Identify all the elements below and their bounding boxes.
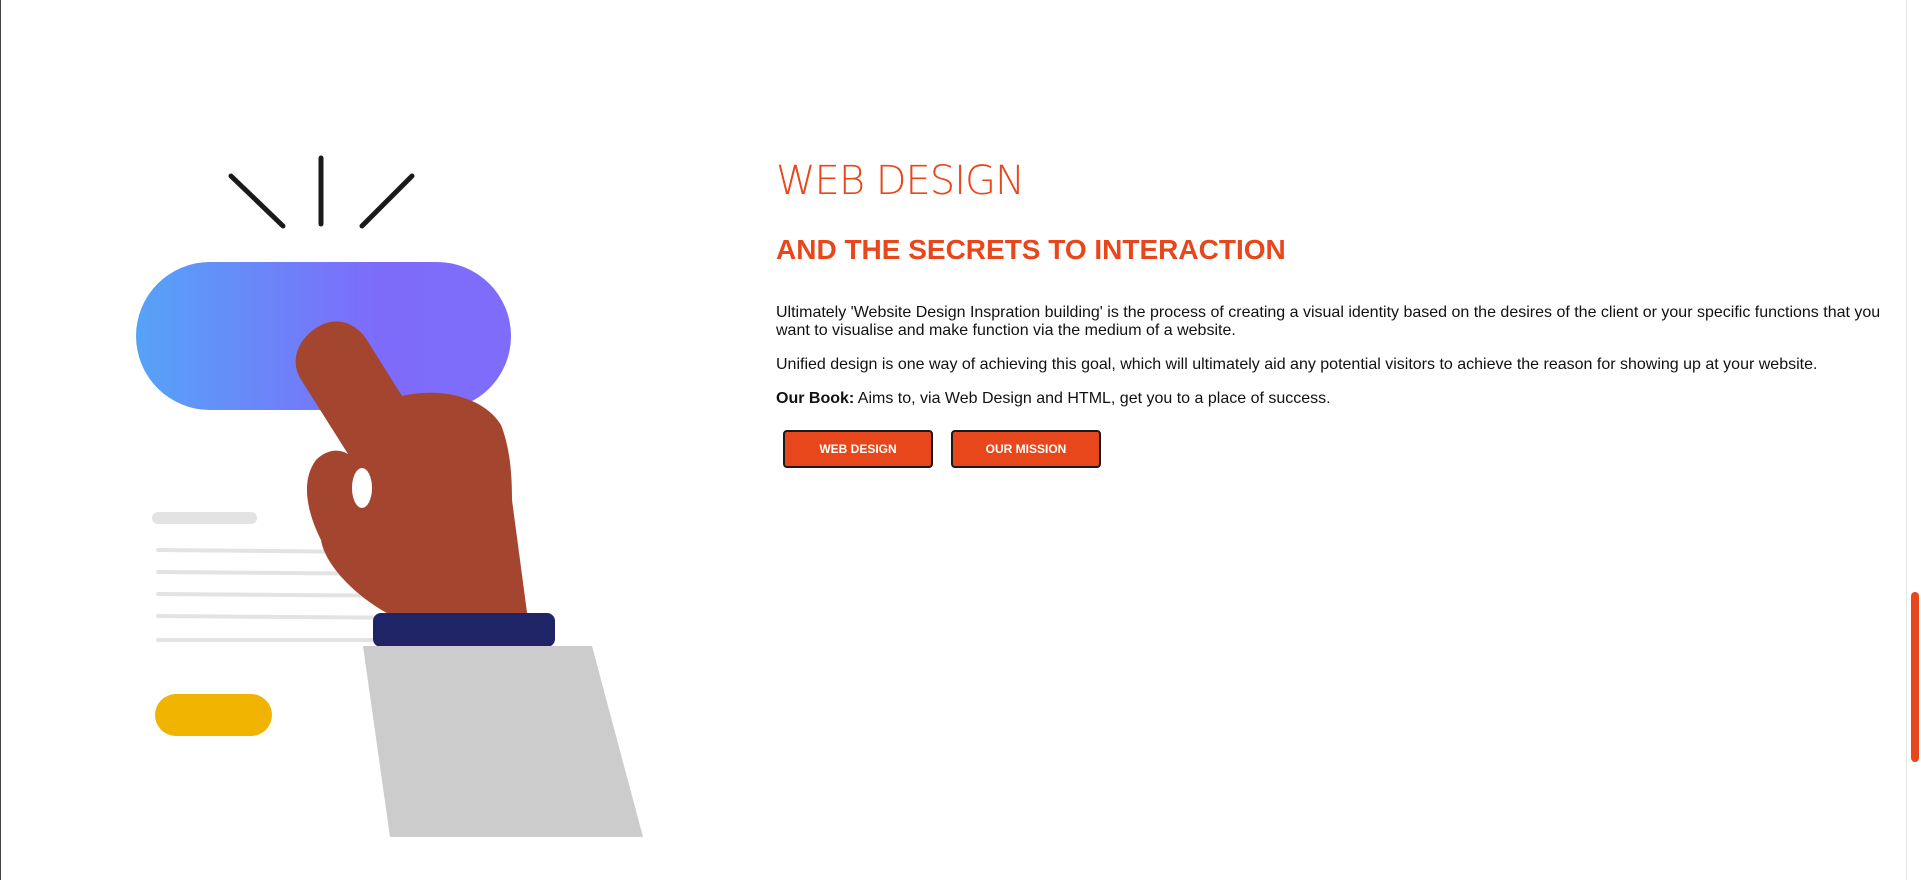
hero-buttons: WEB DESIGN OUR MISSION bbox=[776, 430, 1886, 468]
intro-paragraph: Ultimately 'Website Design Inspration bu… bbox=[776, 304, 1881, 339]
page-title: WEB DESIGN bbox=[776, 158, 1025, 204]
click-burst-icon bbox=[228, 155, 415, 229]
page-subtitle: AND THE SECRETS TO INTERACTION bbox=[776, 234, 1286, 265]
yellow-pill bbox=[155, 694, 272, 736]
page: WEB DESIGN AND THE SECRETS TO INTERACTIO… bbox=[0, 0, 1921, 880]
hero-content: WEB DESIGN AND THE SECRETS TO INTERACTIO… bbox=[776, 155, 1886, 468]
hand-pressing-button-illustration bbox=[136, 155, 643, 837]
scrollbar-thumb[interactable] bbox=[1911, 592, 1919, 762]
web-design-button[interactable]: WEB DESIGN bbox=[783, 430, 933, 468]
our-book-label: Our Book: bbox=[776, 390, 855, 407]
our-book-paragraph: Our Book: Aims to, via Web Design and HT… bbox=[776, 390, 1886, 408]
vertical-scrollbar[interactable] bbox=[1906, 0, 1921, 880]
our-book-text: Aims to, via Web Design and HTML, get yo… bbox=[854, 390, 1331, 407]
our-mission-button[interactable]: OUR MISSION bbox=[951, 430, 1101, 468]
unified-design-paragraph: Unified design is one way of achieving t… bbox=[776, 356, 1818, 373]
